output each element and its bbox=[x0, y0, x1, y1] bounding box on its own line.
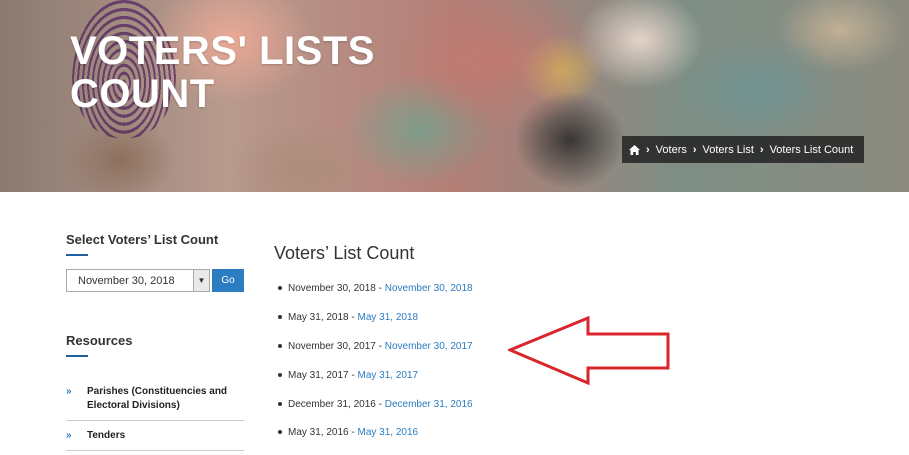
bullet-icon bbox=[278, 430, 282, 435]
double-chevron-right-icon: » bbox=[66, 430, 72, 441]
resource-item-parishes[interactable]: » Parishes (Constituencies and Electoral… bbox=[66, 381, 244, 421]
bullet-icon bbox=[278, 286, 282, 291]
heading-underline bbox=[66, 254, 88, 256]
list-item-link[interactable]: November 30, 2017 bbox=[385, 341, 473, 352]
double-chevron-right-icon: » bbox=[66, 386, 72, 397]
bullet-icon bbox=[278, 315, 282, 320]
list-item: May 31, 2018 - May 31, 2018 bbox=[278, 312, 418, 323]
list-item: November 30, 2017 - November 30, 2017 bbox=[278, 341, 473, 352]
date-select[interactable]: November 30, 2018 ▼ bbox=[66, 269, 210, 292]
resource-item-tenders[interactable]: » Tenders bbox=[66, 421, 244, 451]
breadcrumb-voters[interactable]: Voters bbox=[656, 144, 687, 156]
list-item-link[interactable]: May 31, 2016 bbox=[358, 427, 419, 438]
list-item: May 31, 2017 - May 31, 2017 bbox=[278, 370, 418, 381]
sidebar: Select Voters’ List Count November 30, 2… bbox=[66, 232, 244, 451]
chevron-right-icon: › bbox=[759, 143, 764, 156]
list-item-date: November 30, 2017 bbox=[288, 341, 376, 352]
chevron-right-icon: › bbox=[646, 143, 650, 156]
list-item-date: November 30, 2018 bbox=[288, 283, 376, 294]
resources-list: » Parishes (Constituencies and Electoral… bbox=[66, 381, 244, 451]
chevron-right-icon: › bbox=[692, 143, 697, 156]
resource-label[interactable]: Tenders bbox=[87, 429, 125, 443]
select-heading: Select Voters’ List Count bbox=[66, 232, 219, 247]
go-button[interactable]: Go bbox=[212, 269, 244, 292]
chevron-down-icon[interactable]: ▼ bbox=[193, 270, 209, 291]
list-item: November 30, 2018 - November 30, 2018 bbox=[278, 283, 473, 294]
resources-heading: Resources bbox=[66, 333, 133, 348]
breadcrumb-current: Voters List Count bbox=[769, 143, 854, 156]
list-item: December 31, 2016 - December 31, 2016 bbox=[278, 399, 473, 410]
list-item-date: December 31, 2016 bbox=[288, 399, 376, 410]
breadcrumb: › Voters › Voters List › Voters List Cou… bbox=[622, 136, 864, 163]
home-icon[interactable] bbox=[629, 144, 640, 155]
date-select-value: November 30, 2018 bbox=[78, 274, 175, 287]
list-item-link[interactable]: November 30, 2018 bbox=[385, 283, 473, 294]
bullet-icon bbox=[278, 373, 282, 378]
bullet-icon bbox=[278, 402, 282, 407]
heading-underline bbox=[66, 355, 88, 357]
select-row: November 30, 2018 ▼ Go bbox=[66, 269, 244, 292]
resources-section: Resources » Parishes (Constituencies and… bbox=[66, 333, 244, 451]
list-item-link[interactable]: December 31, 2016 bbox=[385, 399, 473, 410]
annotation-arrow-icon bbox=[508, 316, 670, 386]
list-item-date: May 31, 2018 bbox=[288, 312, 349, 323]
page-title: VOTERS' LISTS COUNT bbox=[70, 30, 375, 116]
bullet-icon bbox=[278, 344, 282, 349]
list-item-date: May 31, 2016 bbox=[288, 427, 349, 438]
list-item: May 31, 2016 - May 31, 2016 bbox=[278, 427, 418, 438]
breadcrumb-voters-list[interactable]: Voters List bbox=[703, 144, 754, 156]
page-title-line-1: VOTERS' LISTS bbox=[70, 29, 375, 73]
section-title: Voters’ List Count bbox=[274, 243, 415, 263]
main-content: Voters’ List Count November 30, 2018 - N… bbox=[274, 243, 473, 438]
resource-label[interactable]: Parishes (Constituencies and Electoral D… bbox=[87, 385, 244, 413]
page-title-line-2: COUNT bbox=[70, 72, 215, 116]
hero-banner: VOTERS' LISTS COUNT › Voters › Voters Li… bbox=[0, 0, 909, 192]
list-item-link[interactable]: May 31, 2017 bbox=[358, 370, 419, 381]
list-item-link[interactable]: May 31, 2018 bbox=[358, 312, 419, 323]
list-item-date: May 31, 2017 bbox=[288, 370, 349, 381]
